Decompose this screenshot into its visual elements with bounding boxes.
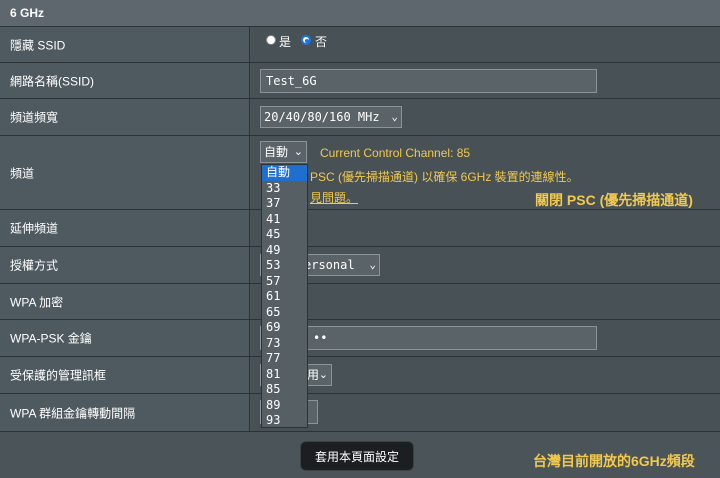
annotation-taiwan-bands: 台灣目前開放的6GHz頻段	[533, 453, 695, 469]
wpa-psk-input[interactable]: ••	[260, 326, 597, 350]
bandwidth-value: 20/40/80/160 MHz	[264, 110, 380, 124]
group-key-label: WPA 群組金鑰轉動間隔	[10, 406, 136, 420]
current-channel-text: Current Control Channel: 85	[320, 146, 471, 160]
hide-ssid-label: 隱藏 SSID	[10, 38, 66, 52]
chevron-down-icon: ⌄	[391, 110, 398, 123]
ssid-input[interactable]: Test_6G	[260, 69, 597, 93]
row-ext-channel: 延伸頻道	[0, 210, 720, 247]
channel-option[interactable]: 45	[262, 227, 307, 243]
channel-option[interactable]: 89	[262, 398, 307, 414]
channel-label: 頻道	[10, 166, 35, 180]
channel-option[interactable]: 37	[262, 196, 307, 212]
channel-option[interactable]: 77	[262, 351, 307, 367]
channel-dropdown-list: 自動 33 37 41 45 49 53 57 61 65 69 73 77 81 85 89 93	[261, 164, 308, 428]
channel-option[interactable]: 49	[262, 243, 307, 259]
hide-ssid-no-radio[interactable]	[301, 35, 311, 45]
channel-option[interactable]: 73	[262, 336, 307, 352]
bandwidth-label: 頻道頻寬	[10, 110, 59, 125]
channel-option[interactable]: 69	[262, 320, 307, 336]
apply-settings-button[interactable]: 套用本頁面設定	[300, 441, 414, 471]
auth-label: 授權方式	[10, 258, 59, 273]
hide-ssid-yes-label: 是	[279, 35, 292, 49]
channel-selected-value: 自動	[264, 145, 289, 159]
section-header: 6 GHz	[0, 0, 720, 27]
channel-option[interactable]: 53	[262, 258, 307, 274]
annotation-psc-close: 關閉 PSC (優先掃描通道)	[535, 192, 693, 208]
hide-ssid-yes-radio[interactable]	[266, 35, 276, 45]
row-group-key: WPA 群組金鑰轉動間隔	[0, 394, 720, 432]
bandwidth-select[interactable]: 20/40/80/160 MHz ⌄	[260, 106, 402, 128]
pmf-label: 受保護的管理訊框	[10, 368, 107, 383]
row-bandwidth: 頻道頻寬 20/40/80/160 MHz ⌄	[0, 99, 720, 136]
row-wpa-enc: WPA 加密	[0, 284, 720, 320]
psc-note-text: PSC (優先掃描通道) 以確保 6GHz 裝置的連線性。	[310, 170, 579, 184]
channel-option[interactable]: 自動	[262, 165, 307, 181]
channel-option[interactable]: 65	[262, 305, 307, 321]
channel-option[interactable]: 61	[262, 289, 307, 305]
faq-link[interactable]: 見問題。	[310, 189, 358, 206]
wpa-enc-label: WPA 加密	[10, 295, 64, 309]
channel-option[interactable]: 81	[262, 367, 307, 383]
chevron-down-icon: ⌄	[293, 145, 303, 158]
channel-option[interactable]: 85	[262, 382, 307, 398]
row-hide-ssid: 隱藏 SSID 是 否	[0, 27, 720, 63]
row-wpa-psk: WPA-PSK 金鑰 ••	[0, 320, 720, 357]
channel-option[interactable]: 33	[262, 181, 307, 197]
row-pmf: 受保護的管理訊框 用 ⌄	[0, 357, 720, 394]
hide-ssid-no-label: 否	[315, 35, 328, 49]
wpa-psk-label: WPA-PSK 金鑰	[10, 331, 92, 346]
chevron-down-icon: ⌄	[318, 368, 328, 381]
channel-select[interactable]: 自動 ⌄	[260, 141, 307, 163]
row-auth: 授權方式 ersonal ⌄	[0, 247, 720, 284]
row-ssid: 網路名稱(SSID) Test_6G	[0, 63, 720, 99]
chevron-down-icon: ⌄	[369, 258, 376, 271]
channel-option[interactable]: 57	[262, 274, 307, 290]
section-title: 6 GHz	[10, 6, 45, 20]
ext-channel-label: 延伸頻道	[10, 221, 59, 236]
channel-option[interactable]: 93	[262, 413, 307, 429]
ssid-label: 網路名稱(SSID)	[10, 74, 95, 88]
channel-option[interactable]: 41	[262, 212, 307, 228]
